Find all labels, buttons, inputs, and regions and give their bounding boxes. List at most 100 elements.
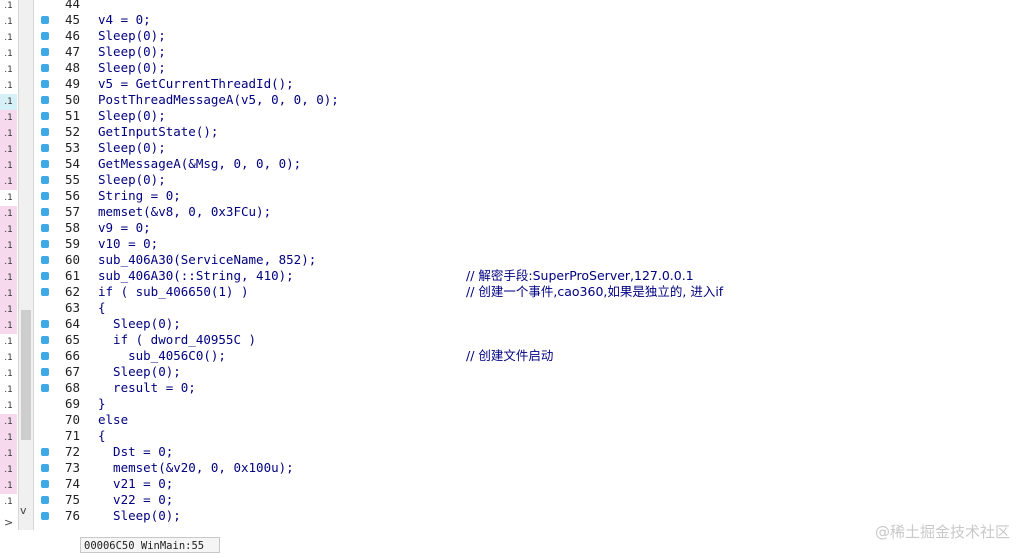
code-text[interactable]: GetMessageA(&Msg, 0, 0, 0); (98, 156, 301, 172)
chevron-right-icon[interactable]: > (4, 516, 13, 529)
code-text[interactable]: memset(&v20, 0, 0x100u); (98, 460, 294, 476)
code-text[interactable]: v4 = 0; (98, 12, 151, 28)
code-line[interactable]: 71 { (34, 428, 1028, 444)
code-line[interactable]: 63 { (34, 300, 1028, 316)
code-text[interactable]: else (98, 412, 128, 428)
code-line[interactable]: 74 v21 = 0; (34, 476, 1028, 492)
code-text[interactable]: GetInputState(); (98, 124, 218, 140)
breakpoint-marker-icon[interactable] (41, 224, 49, 232)
code-text[interactable]: Sleep(0); (98, 44, 166, 60)
code-text[interactable]: Sleep(0); (98, 60, 166, 76)
chevron-down-icon[interactable]: v (20, 504, 27, 517)
code-line[interactable]: 69} (34, 396, 1028, 412)
breakpoint-marker-icon[interactable] (41, 368, 49, 376)
code-text[interactable]: v22 = 0; (98, 492, 173, 508)
code-text[interactable]: String = 0; (98, 188, 181, 204)
breakpoint-marker-icon[interactable] (41, 272, 49, 280)
code-text[interactable]: v9 = 0; (98, 220, 151, 236)
breakpoint-marker-icon[interactable] (41, 256, 49, 264)
breakpoint-marker-icon[interactable] (41, 336, 49, 344)
code-line[interactable]: 59 v10 = 0; (34, 236, 1028, 252)
vertical-scrollbar[interactable] (19, 0, 34, 530)
code-text[interactable]: Sleep(0); (98, 508, 181, 524)
code-line[interactable]: 48 Sleep(0); (34, 60, 1028, 76)
code-line[interactable]: 75 v22 = 0; (34, 492, 1028, 508)
code-line[interactable]: 50 PostThreadMessageA(v5, 0, 0, 0); (34, 92, 1028, 108)
breakpoint-marker-icon[interactable] (41, 384, 49, 392)
code-line[interactable]: 65 if ( dword_40955C ) (34, 332, 1028, 348)
scrollbar-thumb[interactable] (21, 310, 31, 440)
code-line[interactable]: 64 Sleep(0); (34, 316, 1028, 332)
code-text[interactable]: } (98, 396, 106, 412)
code-text[interactable]: Sleep(0); (98, 140, 166, 156)
code-text[interactable]: Sleep(0); (98, 28, 166, 44)
code-text[interactable]: PostThreadMessageA(v5, 0, 0, 0); (98, 92, 339, 108)
breakpoint-marker-icon[interactable] (41, 16, 49, 24)
code-line[interactable]: 49 v5 = GetCurrentThreadId(); (34, 76, 1028, 92)
code-text[interactable]: v10 = 0; (98, 236, 158, 252)
breakpoint-marker-icon[interactable] (41, 480, 49, 488)
code-line[interactable]: 73 memset(&v20, 0, 0x100u); (34, 460, 1028, 476)
breakpoint-marker-icon[interactable] (41, 128, 49, 136)
code-line[interactable]: 45 v4 = 0; (34, 12, 1028, 28)
margin-mark: .1 (4, 49, 13, 59)
code-line[interactable]: 57 memset(&v8, 0, 0x3FCu); (34, 204, 1028, 220)
breakpoint-marker-icon[interactable] (41, 512, 49, 520)
breakpoint-marker-icon[interactable] (41, 176, 49, 184)
code-line[interactable]: 46 Sleep(0); (34, 28, 1028, 44)
code-line[interactable]: 66 sub_4056C0(); // 创建文件启动 (34, 348, 1028, 364)
code-text[interactable]: Sleep(0); (98, 108, 166, 124)
code-line[interactable]: 47 Sleep(0); (34, 44, 1028, 60)
breakpoint-marker-icon[interactable] (41, 48, 49, 56)
breakpoint-marker-icon[interactable] (41, 288, 49, 296)
breakpoint-marker-icon[interactable] (41, 160, 49, 168)
code-line[interactable]: 54 GetMessageA(&Msg, 0, 0, 0); (34, 156, 1028, 172)
code-line[interactable]: 61 sub_406A30(::String, 410); // 解密手段:Supe… (34, 268, 1028, 284)
code-line[interactable]: 53 Sleep(0); (34, 140, 1028, 156)
code-text[interactable]: { (98, 428, 106, 444)
code-line[interactable]: 72 Dst = 0; (34, 444, 1028, 460)
code-text[interactable]: Sleep(0); (98, 316, 181, 332)
code-line[interactable]: 56 String = 0; (34, 188, 1028, 204)
code-text[interactable]: if ( sub_406650(1) ) (98, 284, 249, 300)
code-line[interactable]: 52 GetInputState(); (34, 124, 1028, 140)
line-number: 52 (64, 124, 80, 139)
code-text[interactable]: { (98, 300, 106, 316)
code-line[interactable]: 68 result = 0; (34, 380, 1028, 396)
pseudocode-editor[interactable]: 44 45 v4 = 0; 46 Sleep(0); 47 Sleep(0); 48 Sleep… (34, 0, 1028, 530)
breakpoint-marker-icon[interactable] (41, 64, 49, 72)
code-line[interactable]: 60 sub_406A30(ServiceName, 852); (34, 252, 1028, 268)
breakpoint-marker-icon[interactable] (41, 32, 49, 40)
breakpoint-marker-icon[interactable] (41, 240, 49, 248)
code-line[interactable]: 55 Sleep(0); (34, 172, 1028, 188)
breakpoint-marker-icon[interactable] (41, 464, 49, 472)
code-line[interactable]: 44 (34, 0, 1028, 12)
code-text[interactable]: sub_4056C0(); (98, 348, 226, 364)
code-text[interactable]: sub_406A30(ServiceName, 852); (98, 252, 316, 268)
code-text[interactable]: Sleep(0); (98, 364, 181, 380)
code-text[interactable]: memset(&v8, 0, 0x3FCu); (98, 204, 271, 220)
breakpoint-marker-icon[interactable] (41, 448, 49, 456)
breakpoint-marker-icon[interactable] (41, 352, 49, 360)
breakpoint-marker-icon[interactable] (41, 80, 49, 88)
code-text[interactable]: sub_406A30(::String, 410); (98, 268, 294, 284)
code-text[interactable]: Dst = 0; (98, 444, 173, 460)
breakpoint-marker-icon[interactable] (41, 192, 49, 200)
breakpoint-marker-icon[interactable] (41, 208, 49, 216)
code-line[interactable]: 62 if ( sub_406650(1) ) // 创建一个事件,cao360,如… (34, 284, 1028, 300)
code-text[interactable]: Sleep(0); (98, 172, 166, 188)
breakpoint-marker-icon[interactable] (41, 320, 49, 328)
margin-mark: .1 (0, 94, 17, 110)
breakpoint-marker-icon[interactable] (41, 496, 49, 504)
breakpoint-marker-icon[interactable] (41, 96, 49, 104)
code-line[interactable]: 51 Sleep(0); (34, 108, 1028, 124)
breakpoint-marker-icon[interactable] (41, 112, 49, 120)
code-line[interactable]: 67 Sleep(0); (34, 364, 1028, 380)
breakpoint-marker-icon[interactable] (41, 144, 49, 152)
code-text[interactable]: result = 0; (98, 380, 196, 396)
code-text[interactable]: if ( dword_40955C ) (98, 332, 256, 348)
code-text[interactable]: v5 = GetCurrentThreadId(); (98, 76, 294, 92)
code-text[interactable]: v21 = 0; (98, 476, 173, 492)
code-line[interactable]: 70 else (34, 412, 1028, 428)
code-line[interactable]: 58 v9 = 0; (34, 220, 1028, 236)
